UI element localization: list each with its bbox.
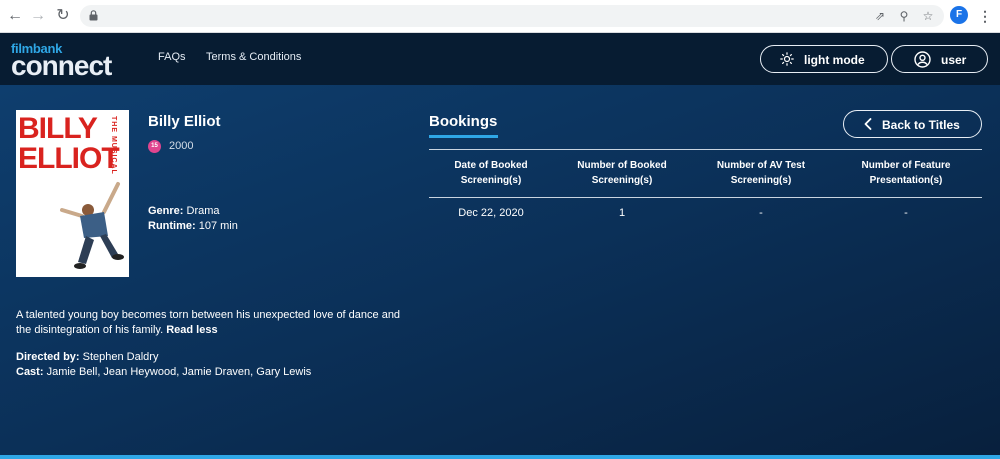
film-title: Billy Elliot: [148, 113, 221, 130]
read-less-link[interactable]: Read less: [166, 324, 217, 336]
user-button[interactable]: user: [891, 45, 988, 73]
film-director: Directed by: Stephen Daldry: [16, 351, 158, 363]
reload-icon[interactable]: ↻: [54, 7, 72, 25]
address-bar[interactable]: ⇗ ⚲ ☆: [80, 5, 944, 27]
bottom-accent-bar: [0, 455, 1000, 459]
runtime-label: Runtime:: [148, 220, 196, 232]
genre-value: Drama: [186, 205, 220, 217]
cast-value: Jamie Bell, Jean Heywood, Jamie Draven, …: [46, 366, 312, 378]
more-vert-icon[interactable]: ⋮: [978, 7, 992, 25]
table-cell-av-test: -: [759, 207, 763, 219]
zoom-icon[interactable]: ⚲: [897, 9, 911, 23]
film-description: A talented young boy becomes torn betwee…: [16, 308, 408, 338]
poster-line-2: ELLIOT: [18, 142, 120, 175]
column-header-av-test: Number of AV Test Screening(s): [716, 160, 806, 186]
table-top-rule: [429, 149, 982, 150]
film-cast: Cast: Jamie Bell, Jean Heywood, Jamie Dr…: [16, 366, 311, 378]
film-genre: Genre: Drama: [148, 205, 220, 217]
back-arrow-icon[interactable]: ←: [6, 7, 24, 25]
user-circle-icon: [914, 51, 931, 68]
user-label: user: [941, 53, 967, 67]
poster-line-3: THE MUSICAL: [110, 116, 117, 175]
nav-link-terms[interactable]: Terms & Conditions: [206, 51, 301, 63]
back-to-titles-button[interactable]: Back to Titles: [843, 110, 982, 138]
poster-line-1: BILLY: [18, 112, 98, 145]
table-cell-feature: -: [904, 207, 908, 219]
column-header-date: Date of Booked Screening(s): [454, 160, 528, 186]
column-header-booked: Number of Booked Screening(s): [577, 160, 667, 186]
table-cell-date: Dec 22, 2020: [458, 207, 524, 219]
star-icon[interactable]: ☆: [921, 9, 935, 23]
poster-dancer-figure: [60, 182, 124, 269]
director-value: Stephen Daldry: [82, 351, 159, 363]
chevron-left-icon: [864, 118, 872, 130]
light-mode-label: light mode: [804, 53, 865, 67]
logo-bottom-text: connect: [11, 50, 112, 81]
bookings-heading[interactable]: Bookings: [429, 113, 497, 130]
profile-avatar[interactable]: F: [950, 6, 968, 24]
genre-label: Genre:: [148, 205, 184, 217]
light-mode-button[interactable]: light mode: [760, 45, 888, 73]
back-to-titles-label: Back to Titles: [882, 118, 960, 132]
sun-icon: [780, 52, 794, 66]
bookings-tab-underline: [429, 135, 498, 138]
browser-toolbar: ← → ↻ ⇗ ⚲ ☆ F ⋮: [0, 0, 1000, 33]
table-header-rule: [429, 197, 982, 198]
directed-by-label: Directed by:: [16, 351, 80, 363]
open-external-icon[interactable]: ⇗: [873, 9, 887, 23]
forward-arrow-icon[interactable]: →: [29, 7, 47, 25]
film-runtime: Runtime: 107 min: [148, 220, 238, 232]
cast-label: Cast:: [16, 366, 44, 378]
lock-icon: [89, 10, 98, 21]
nav-link-faqs[interactable]: FAQs: [158, 51, 186, 63]
runtime-value: 107 min: [198, 220, 238, 232]
film-year: 2000: [169, 140, 194, 152]
table-cell-booked: 1: [618, 207, 626, 219]
filmbank-connect-logo[interactable]: filmbank connect: [11, 41, 137, 81]
column-header-feature: Number of Feature Presentation(s): [861, 160, 951, 186]
age-rating-badge: 15: [148, 140, 161, 153]
film-poster: BILLY ELLIOT THE MUSICAL: [16, 110, 129, 277]
